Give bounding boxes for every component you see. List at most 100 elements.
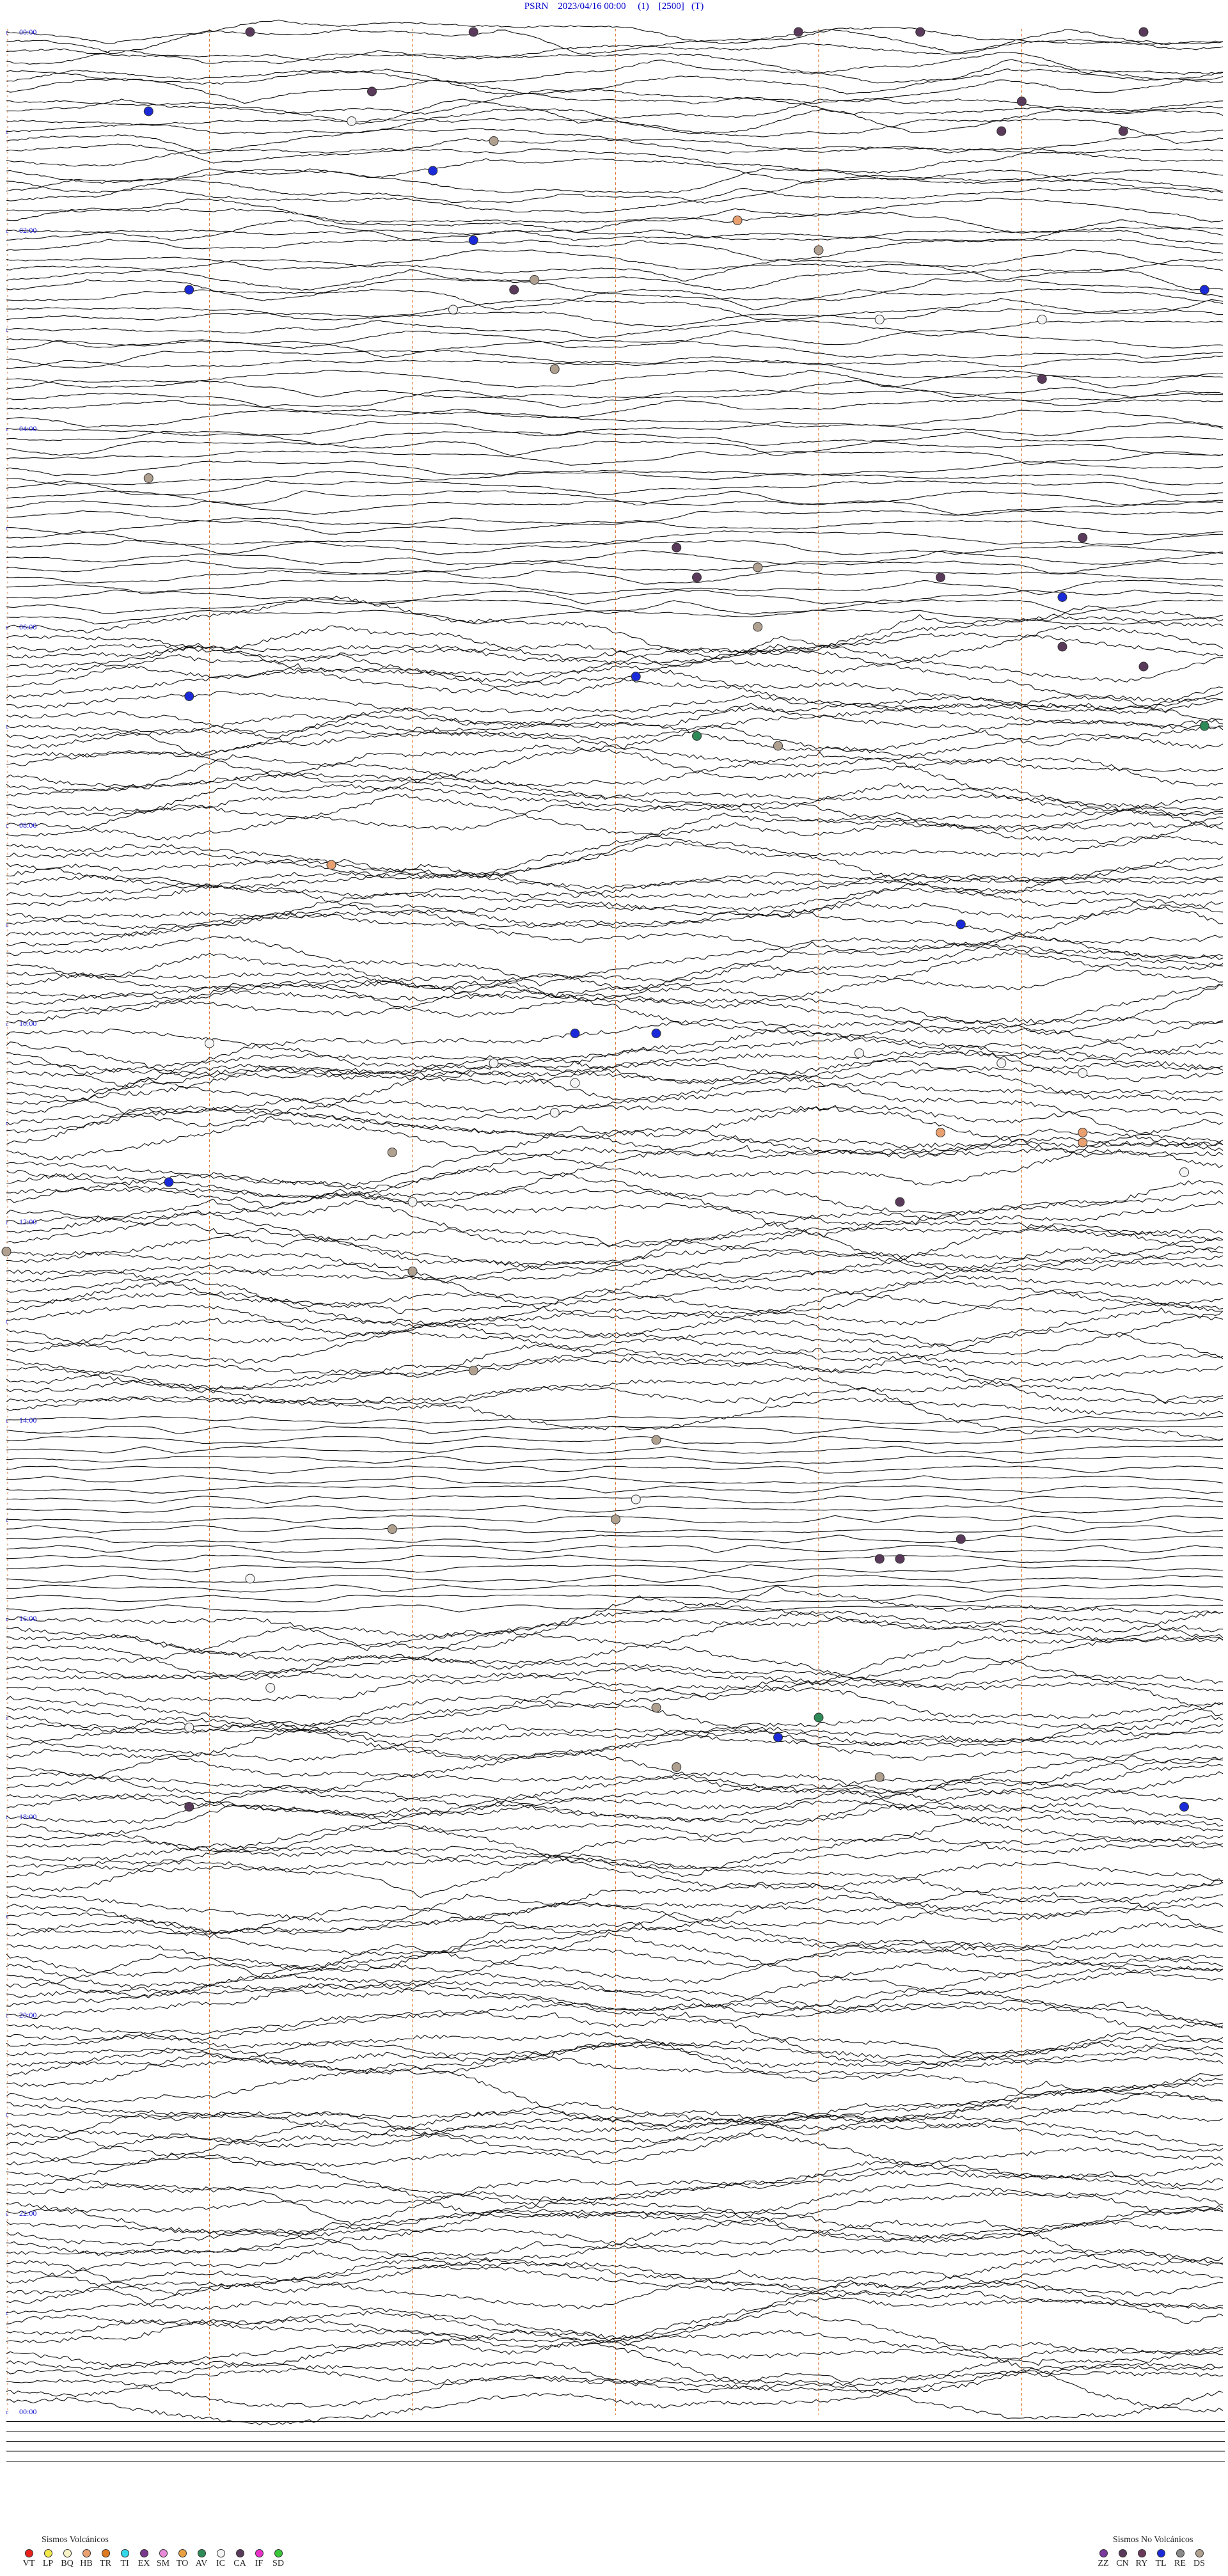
event-ds — [611, 1514, 620, 1524]
legend-dot-icon — [1099, 2549, 1108, 2557]
legend-code: LP — [42, 2559, 54, 2568]
hour-tick: c — [6, 2012, 9, 2019]
event-ca — [1078, 533, 1088, 542]
trace-line — [6, 614, 1224, 663]
event-ds — [651, 1703, 661, 1712]
hour-tick: c — [6, 1517, 9, 1524]
trace-line — [6, 79, 1224, 105]
event-ic — [184, 1723, 194, 1732]
legend-code: DS — [1193, 2559, 1205, 2568]
hour-tick: c — [6, 1715, 9, 1722]
trace-line — [6, 500, 1224, 516]
trace-line — [6, 1554, 1224, 1563]
trace-line — [6, 1446, 1224, 1454]
event-ds — [143, 473, 154, 483]
legend-dot-icon — [274, 2549, 283, 2557]
trace-line — [6, 2310, 1224, 2375]
event-ca — [895, 1554, 905, 1564]
trace-line — [6, 421, 1224, 436]
legend-code: SM — [156, 2559, 170, 2568]
legend-dot-icon — [24, 2549, 33, 2557]
event-ds — [814, 245, 824, 255]
legend-dot-icon — [255, 2549, 264, 2557]
trace-line — [6, 219, 1224, 242]
legend-dot-icon — [216, 2549, 225, 2557]
hour-tick: c — [6, 2112, 9, 2119]
helicorder-plot: 00:00 02:00 04:00 06:00 08:00 10:00 12:00 14:00… — [1, 19, 1225, 2461]
trace-line — [6, 1634, 1224, 1700]
trace-line — [6, 901, 1224, 937]
trace-line — [6, 1475, 1224, 1484]
hour-label: 16:00 — [19, 1614, 36, 1623]
trace-line — [6, 1913, 1224, 1979]
hour-tick: c — [6, 1418, 9, 1425]
trace-line — [6, 1535, 1224, 1544]
trace-line — [6, 409, 1224, 428]
hour-tick: c — [6, 228, 9, 235]
hour-tick: c — [6, 1318, 9, 1325]
trace-line — [6, 1919, 1224, 1968]
event-ic — [549, 1108, 560, 1118]
trace-line — [6, 961, 1224, 1018]
trace-line — [6, 1466, 1224, 1474]
hour-label: 00:00 — [19, 2407, 36, 2416]
legend-code: BQ — [61, 2559, 74, 2568]
trace-line — [6, 1278, 1224, 1339]
event-ds — [489, 136, 499, 146]
trace-line — [6, 108, 1224, 134]
trace-line — [6, 1656, 1224, 1716]
trace-line — [6, 1545, 1224, 1553]
hour-tick: c — [6, 2211, 9, 2218]
trace-line — [6, 550, 1224, 565]
trace-line — [6, 1041, 1224, 1080]
hour-tick: c — [6, 723, 9, 731]
event-ds — [387, 1524, 397, 1534]
hour-tick: c — [6, 1219, 9, 1226]
legend-volcanic-bq: BQ — [58, 2549, 77, 2569]
legend-nonvolcanic-ds: DS — [1190, 2549, 1209, 2569]
legend-code: SD — [272, 2559, 284, 2568]
event-ds — [874, 1772, 885, 1782]
legend-volcanic-tr: TR — [96, 2549, 115, 2569]
event-ds — [549, 364, 560, 374]
event-ic — [205, 1038, 214, 1048]
trace-line — [6, 349, 1224, 368]
hour-tick: c — [6, 1021, 9, 1028]
hour-label: 20:00 — [19, 2011, 36, 2019]
event-ca — [184, 1802, 194, 1812]
event-ic — [489, 1058, 499, 1068]
event-ca — [915, 27, 925, 37]
trace-line — [6, 874, 1224, 917]
trace-line — [6, 711, 1224, 750]
legend-code: CN — [1116, 2559, 1129, 2568]
event-hb — [1078, 1128, 1088, 1137]
trace-line — [6, 530, 1223, 546]
trace-line — [6, 480, 1223, 496]
trace-line — [6, 1495, 1224, 1504]
event-ca — [1118, 126, 1128, 136]
hour-label: 22:00 — [19, 2209, 36, 2218]
event-ds — [530, 275, 539, 285]
trace-line — [6, 821, 1224, 880]
trace-line — [6, 441, 1224, 457]
event-hb — [1078, 1137, 1088, 1148]
trace-line — [6, 399, 1224, 418]
legend-dot-icon — [101, 2549, 110, 2557]
event-ic — [570, 1078, 580, 1088]
trace-line — [6, 864, 1224, 897]
legend-volcanic-to: TO — [173, 2549, 192, 2569]
trace-line — [6, 59, 1224, 85]
event-tl — [164, 1177, 174, 1187]
trace-line — [6, 973, 1224, 1036]
trace-line — [6, 1201, 1224, 1248]
event-ic — [1037, 315, 1047, 324]
trace-line — [6, 569, 1224, 585]
trace-line — [6, 560, 1223, 574]
trace-line — [6, 1942, 1224, 1998]
legend-nonvolcanic: Sismos No Volcánicos ZZ CN RY TL RE DS — [1094, 2535, 1228, 2573]
legend-volcanic-vt: VT — [19, 2549, 38, 2569]
trace-line — [6, 148, 1224, 174]
trace-line — [6, 1485, 1224, 1494]
trace-line — [6, 2037, 1224, 2075]
legend-code: RE — [1174, 2559, 1186, 2568]
